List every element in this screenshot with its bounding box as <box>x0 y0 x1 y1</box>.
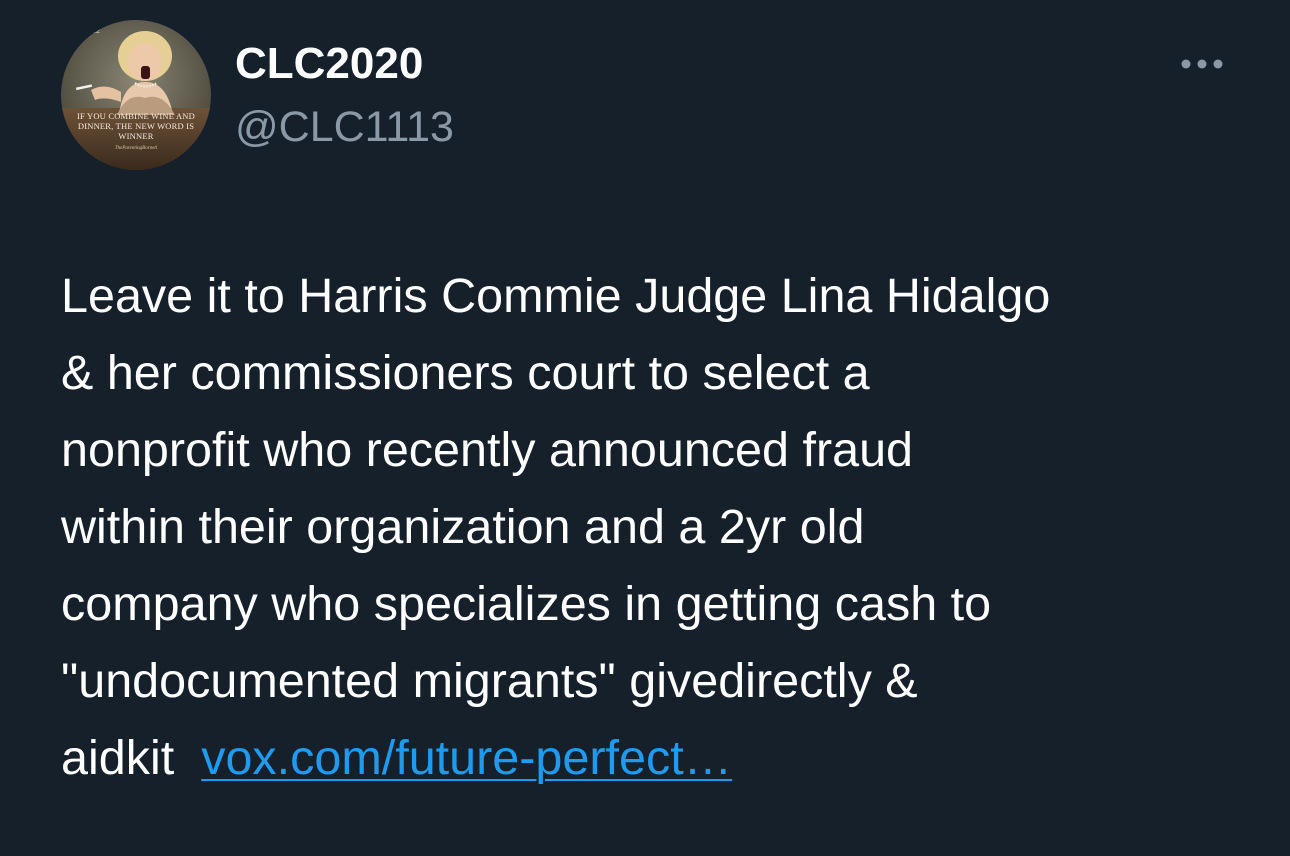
avatar-caption-line: DINNER, THE NEW WORD IS <box>77 121 195 131</box>
more-options-icon <box>1181 59 1223 69</box>
display-name[interactable]: CLC2020 <box>235 38 423 90</box>
avatar-caption: IF YOU COMBINE WINE AND DINNER, THE NEW … <box>61 111 211 141</box>
tweet-text-last-line: aidkit vox.com/future-perfect… <box>61 720 1241 797</box>
more-options-button[interactable] <box>1172 46 1232 82</box>
tweet-text-line: & her commissioners court to select a <box>61 346 870 400</box>
tweet-link[interactable]: vox.com/future-perfect… <box>201 731 732 785</box>
tweet-text: Leave it to Harris Commie Judge Lina Hid… <box>61 258 1241 797</box>
tweet-text-line: "undocumented migrants" givedirectly & <box>61 654 918 708</box>
tweet-text-line: Leave it to Harris Commie Judge Lina Hid… <box>61 269 1051 323</box>
tweet-text-fragment: aidkit <box>61 731 175 785</box>
user-handle[interactable]: @CLC1113 <box>235 101 454 153</box>
avatar-signature: TheParentingBornetl <box>114 146 158 151</box>
tweet-text-line: company who specializes in getting cash … <box>61 577 992 631</box>
tweet-card: 182 IF YOU COMBINE WINE AND DINNER, THE … <box>0 0 1290 856</box>
tweet-text-line: within their organization and a 2yr old <box>61 500 865 554</box>
avatar[interactable]: 182 IF YOU COMBINE WINE AND DINNER, THE … <box>61 20 211 170</box>
avatar-caption-line: WINNER <box>118 131 154 141</box>
avatar-number: 182 <box>88 26 100 35</box>
tweet-text-line: nonprofit who recently announced fraud <box>61 423 914 477</box>
avatar-caption-line: IF YOU COMBINE WINE AND <box>77 111 195 121</box>
